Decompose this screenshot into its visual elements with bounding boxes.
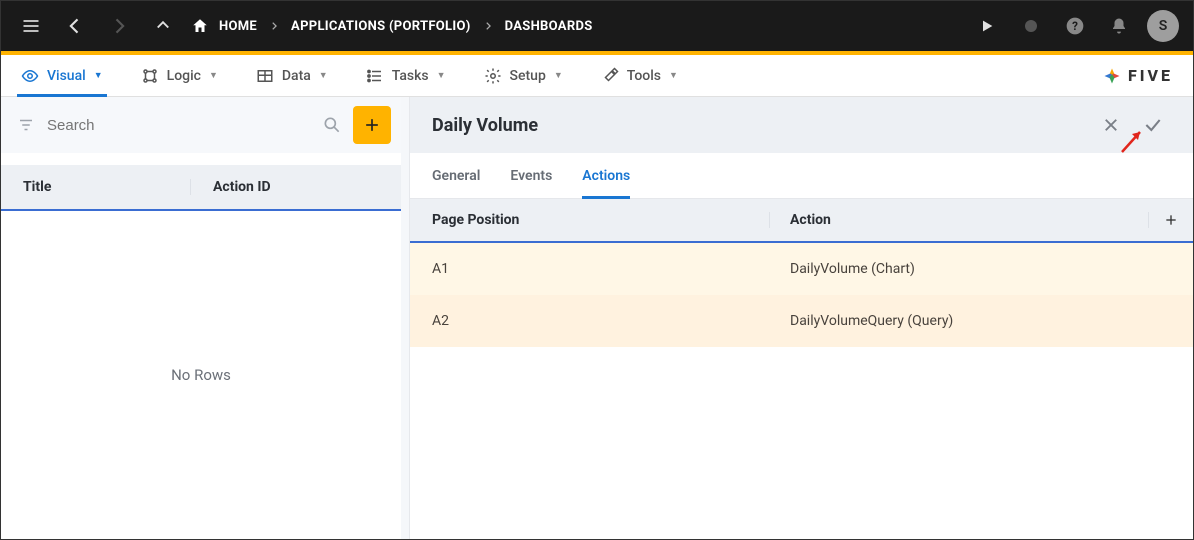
plus-icon xyxy=(362,115,382,135)
chevron-down-icon: ▼ xyxy=(554,70,563,81)
tab-actions-label: Actions xyxy=(582,168,630,184)
search-input[interactable] xyxy=(47,117,311,134)
logic-icon xyxy=(141,67,159,85)
avatar-initial: S xyxy=(1159,18,1168,34)
nav-logic[interactable]: Logic ▼ xyxy=(141,55,218,96)
form-header: Daily Volume xyxy=(410,97,1193,153)
nav-data-label: Data xyxy=(282,68,311,84)
cell-page-position: A1 xyxy=(410,261,770,277)
tools-icon xyxy=(601,67,619,85)
chevron-right-icon xyxy=(483,21,493,31)
list-col-title[interactable]: Title xyxy=(1,179,191,195)
tab-general-label: General xyxy=(432,168,480,184)
list-col-action-id[interactable]: Action ID xyxy=(191,179,401,195)
forward-icon xyxy=(103,10,135,42)
nav-tasks-label: Tasks xyxy=(392,68,429,84)
chevron-right-icon xyxy=(269,21,279,31)
tab-actions[interactable]: Actions xyxy=(582,153,630,198)
form-title: Daily Volume xyxy=(432,115,538,136)
navbar: Visual ▼ Logic ▼ Data ▼ Tasks ▼ Setup ▼ … xyxy=(1,55,1193,97)
list-empty-text: No Rows xyxy=(171,366,231,384)
eye-icon xyxy=(21,67,39,85)
home-icon xyxy=(191,17,209,35)
nav-setup[interactable]: Setup ▼ xyxy=(484,55,563,96)
save-button[interactable] xyxy=(1135,107,1171,143)
gear-icon xyxy=(484,67,502,85)
chevron-down-icon: ▼ xyxy=(437,70,446,81)
cell-action: DailyVolumeQuery (Query) xyxy=(770,313,1149,329)
tab-events-label: Events xyxy=(510,168,552,184)
cell-action: DailyVolume (Chart) xyxy=(770,261,1149,277)
search-icon[interactable] xyxy=(317,115,347,135)
tasks-icon xyxy=(366,67,384,85)
brand-text: FIVE xyxy=(1128,66,1173,85)
back-icon[interactable] xyxy=(59,10,91,42)
grid-header: Page Position Action xyxy=(410,199,1193,243)
close-button[interactable] xyxy=(1093,107,1129,143)
menu-icon[interactable] xyxy=(15,10,47,42)
filter-icon[interactable] xyxy=(11,116,41,134)
nav-setup-label: Setup xyxy=(510,68,546,84)
nav-tools-label: Tools xyxy=(627,68,661,84)
tab-events[interactable]: Events xyxy=(510,153,552,198)
add-button[interactable] xyxy=(353,106,391,144)
up-icon[interactable] xyxy=(147,10,179,42)
nav-visual-label: Visual xyxy=(47,68,86,84)
breadcrumb-dashboards-label: DASHBOARDS xyxy=(505,19,593,34)
list-empty: No Rows xyxy=(1,211,401,539)
breadcrumb-applications[interactable]: APPLICATIONS (PORTFOLIO) xyxy=(291,19,471,34)
chevron-down-icon: ▼ xyxy=(209,70,218,81)
app-root: HOME APPLICATIONS (PORTFOLIO) DASHBOARDS… xyxy=(0,0,1194,540)
avatar[interactable]: S xyxy=(1147,10,1179,42)
nav-visual[interactable]: Visual ▼ xyxy=(21,55,103,96)
play-icon[interactable] xyxy=(971,10,1003,42)
brand-logo: FIVE xyxy=(1102,66,1173,86)
plus-icon xyxy=(1163,212,1179,228)
bell-icon[interactable] xyxy=(1103,10,1135,42)
grid-add-button[interactable] xyxy=(1149,212,1193,228)
breadcrumb-home-label: HOME xyxy=(219,19,257,34)
cell-page-position: A2 xyxy=(410,313,770,329)
nav-tasks[interactable]: Tasks ▼ xyxy=(366,55,446,96)
help-icon[interactable]: ? xyxy=(1059,10,1091,42)
brand-mark-icon xyxy=(1102,66,1122,86)
chevron-down-icon: ▼ xyxy=(319,70,328,81)
table-row[interactable]: A1 DailyVolume (Chart) xyxy=(410,243,1193,295)
list-header: Title Action ID xyxy=(1,165,401,211)
breadcrumb-dashboards[interactable]: DASHBOARDS xyxy=(505,19,593,34)
topbar: HOME APPLICATIONS (PORTFOLIO) DASHBOARDS… xyxy=(1,1,1193,55)
chevron-down-icon: ▼ xyxy=(94,70,103,81)
table-icon xyxy=(256,67,274,85)
breadcrumb-applications-label: APPLICATIONS (PORTFOLIO) xyxy=(291,19,471,34)
chevron-down-icon: ▼ xyxy=(669,70,678,81)
main-area: Title Action ID No Rows Daily Volume Gen… xyxy=(1,97,1193,539)
form-tabs: General Events Actions xyxy=(410,153,1193,199)
check-icon xyxy=(1143,115,1163,135)
svg-text:?: ? xyxy=(1072,19,1078,33)
grid-col-page-position[interactable]: Page Position xyxy=(410,212,770,228)
deploy-icon[interactable] xyxy=(1015,10,1047,42)
nav-logic-label: Logic xyxy=(167,68,201,84)
nav-tools[interactable]: Tools ▼ xyxy=(601,55,678,96)
close-icon xyxy=(1102,116,1120,134)
nav-data[interactable]: Data ▼ xyxy=(256,55,328,96)
left-panel: Title Action ID No Rows xyxy=(1,97,401,539)
grid-col-action[interactable]: Action xyxy=(770,212,1149,228)
right-panel: Daily Volume General Events Actions Page… xyxy=(409,97,1193,539)
table-row[interactable]: A2 DailyVolumeQuery (Query) xyxy=(410,295,1193,347)
searchbar xyxy=(1,97,401,153)
tab-general[interactable]: General xyxy=(432,153,480,198)
breadcrumb-home[interactable]: HOME xyxy=(191,17,257,35)
